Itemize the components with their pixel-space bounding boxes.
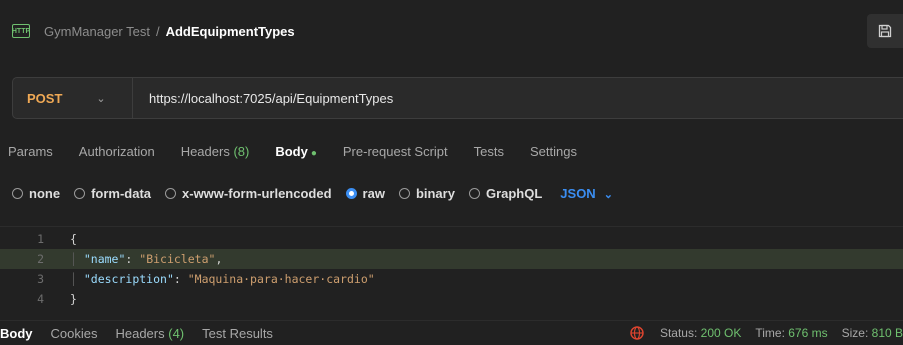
time-value: 676 ms bbox=[788, 326, 828, 340]
radio-label: raw bbox=[362, 185, 385, 201]
radio-form-data[interactable]: form-data bbox=[74, 186, 151, 201]
json-value: "Bicicleta" bbox=[139, 252, 216, 266]
radio-label: x-www-form-urlencoded bbox=[182, 185, 332, 201]
radio-circle-icon bbox=[165, 187, 177, 199]
headers-count: (8) bbox=[233, 143, 250, 159]
request-tabs: Params Authorization Headers (8) Body ● P… bbox=[0, 136, 603, 166]
radio-circle-icon bbox=[398, 187, 410, 199]
response-bar: Body Cookies Headers (4) Test Results St… bbox=[0, 320, 903, 345]
radio-none[interactable]: none bbox=[12, 186, 60, 201]
editor-line: 1 { bbox=[0, 229, 903, 249]
status-value: 200 OK bbox=[700, 326, 742, 340]
chevron-down-icon: ⌄ bbox=[603, 188, 613, 201]
request-name[interactable]: AddEquipmentTypes bbox=[166, 24, 295, 39]
method-select[interactable]: POST ⌄ bbox=[13, 78, 133, 118]
tab-headers-label: Headers bbox=[180, 143, 230, 159]
globe-icon[interactable] bbox=[630, 326, 644, 340]
radio-circle-icon bbox=[74, 187, 86, 199]
time-label: Time: bbox=[755, 326, 785, 340]
chevron-down-icon: ⌄ bbox=[96, 92, 106, 105]
time-info: Time: 676 ms bbox=[755, 326, 827, 340]
editor-line: 3 │ "description": "Maquina·para·hacer·c… bbox=[0, 269, 903, 289]
method-label: POST bbox=[27, 90, 63, 106]
status-label: Status: bbox=[659, 326, 698, 340]
size-value: 810 B bbox=[871, 326, 903, 340]
url-bar: POST ⌄ https://localhost:7025/api/Equipm… bbox=[12, 77, 903, 119]
code-text: } bbox=[70, 292, 77, 306]
body-type-options: none form-data x-www-form-urlencoded raw… bbox=[0, 178, 613, 208]
tab-headers[interactable]: Headers (8) bbox=[181, 144, 250, 159]
code-text: { bbox=[70, 232, 77, 246]
url-input[interactable]: https://localhost:7025/api/EquipmentType… bbox=[149, 91, 393, 106]
format-label: JSON bbox=[560, 185, 596, 201]
request-header: HTTP GymManager Test / AddEquipmentTypes bbox=[0, 0, 903, 62]
json-key: "description" bbox=[83, 272, 174, 286]
response-tab-headers-label: Headers bbox=[115, 325, 165, 341]
breadcrumb-collection[interactable]: GymManager Test bbox=[44, 24, 150, 39]
format-select[interactable]: JSON ⌄ bbox=[560, 186, 613, 201]
response-tab-test-results[interactable]: Test Results bbox=[202, 326, 273, 341]
response-tab-body[interactable]: Body bbox=[0, 326, 33, 341]
http-icon: HTTP bbox=[12, 24, 30, 38]
save-icon bbox=[878, 24, 892, 38]
radio-label: binary bbox=[415, 185, 455, 201]
radio-label: GraphQL bbox=[485, 185, 543, 201]
json-value: "Maquina·para·hacer·cardio" bbox=[187, 272, 375, 286]
radio-label: form-data bbox=[91, 185, 152, 201]
radio-circle-icon bbox=[12, 187, 23, 199]
radio-binary[interactable]: binary bbox=[398, 185, 455, 201]
line-number: 1 bbox=[37, 232, 44, 246]
size-label: Size: bbox=[841, 326, 869, 340]
indent-guide: │ bbox=[70, 252, 84, 266]
radio-x-www-form-urlencoded[interactable]: x-www-form-urlencoded bbox=[165, 186, 332, 201]
editor-line-highlighted: 2 │ "name": "Bicicleta", bbox=[0, 249, 903, 269]
tab-params[interactable]: Params bbox=[8, 144, 53, 159]
save-button[interactable] bbox=[867, 14, 903, 48]
line-number: 4 bbox=[37, 292, 44, 306]
json-colon: : bbox=[173, 272, 188, 286]
json-comma: , bbox=[215, 252, 223, 266]
json-colon: : bbox=[125, 252, 140, 266]
response-tab-headers[interactable]: Headers (4) bbox=[115, 326, 184, 341]
indent-guide: │ bbox=[70, 272, 84, 286]
radio-circle-icon bbox=[468, 187, 480, 199]
response-tab-cookies[interactable]: Cookies bbox=[51, 326, 98, 341]
body-active-dot-icon: ● bbox=[310, 147, 317, 159]
radio-raw[interactable]: raw bbox=[345, 185, 385, 201]
radio-graphql[interactable]: GraphQL bbox=[468, 185, 543, 201]
json-key: "name" bbox=[83, 252, 126, 266]
tab-tests[interactable]: Tests bbox=[474, 144, 504, 159]
tab-settings[interactable]: Settings bbox=[530, 144, 577, 159]
tab-pre-request-script[interactable]: Pre-request Script bbox=[343, 144, 448, 159]
tab-authorization[interactable]: Authorization bbox=[79, 144, 155, 159]
size-info: Size: 810 B bbox=[842, 326, 903, 340]
radio-label: none bbox=[29, 185, 61, 201]
response-headers-count: (4) bbox=[168, 325, 185, 341]
breadcrumb-separator: / bbox=[155, 23, 160, 39]
status-info: Status: 200 OK bbox=[660, 326, 741, 340]
tab-body-label: Body bbox=[275, 143, 308, 159]
radio-selected-icon bbox=[345, 187, 357, 199]
response-meta: Status: 200 OK Time: 676 ms Size: 810 B bbox=[630, 321, 903, 345]
editor-line: 4 } bbox=[0, 289, 903, 309]
tab-body[interactable]: Body ● bbox=[275, 144, 317, 159]
code-editor[interactable]: 1 { 2 │ "name": "Bicicleta", 3 │ "descri… bbox=[0, 226, 903, 311]
line-number: 3 bbox=[37, 272, 44, 286]
line-number: 2 bbox=[37, 252, 44, 266]
